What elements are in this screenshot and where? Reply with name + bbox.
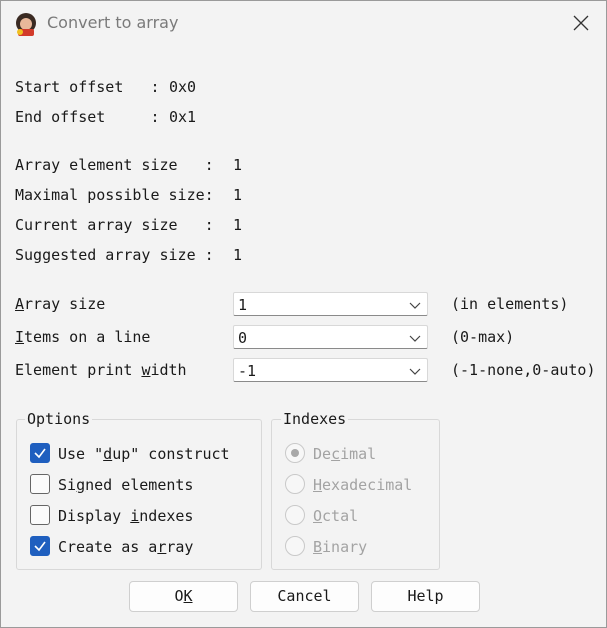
create-as-array-label-text: ray xyxy=(166,538,194,556)
use-dup-label-text: up" construct xyxy=(112,445,230,463)
checkmark-icon xyxy=(34,541,46,552)
decimal-radio[interactable] xyxy=(285,443,305,463)
chevron-down-icon xyxy=(409,368,421,375)
decimal-label-accel: c xyxy=(331,445,341,463)
hexadecimal-radio[interactable] xyxy=(285,474,305,494)
cancel-button[interactable]: Cancel xyxy=(250,581,359,612)
array-size-combobox[interactable]: 1 xyxy=(233,292,428,316)
create-as-array-checkbox[interactable] xyxy=(30,536,50,556)
display-indexes-label-accel: i xyxy=(130,507,140,525)
element-print-width-label-pre: Element print xyxy=(15,361,142,379)
start-offset-label: Start offset : xyxy=(15,78,160,96)
decimal-label-text: imal xyxy=(340,445,377,463)
array-size-label-accel: A xyxy=(15,295,25,313)
start-offset-value: 0x0 xyxy=(169,78,197,96)
checkmark-icon xyxy=(34,448,46,459)
use-dup-label[interactable]: Use "dup" construct xyxy=(58,445,230,463)
binary-label-accel: B xyxy=(313,538,323,556)
octal-label[interactable]: Octal xyxy=(313,507,358,525)
close-icon xyxy=(573,15,589,31)
items-on-line-label-accel: I xyxy=(15,328,25,346)
decimal-label[interactable]: Decimal xyxy=(313,445,376,463)
maximal-possible-size-value: 1 xyxy=(233,186,243,204)
close-button[interactable] xyxy=(559,7,603,39)
end-offset-value: 0x1 xyxy=(169,108,197,126)
display-indexes-label-text: ndexes xyxy=(139,507,194,525)
display-indexes-label-pre: Display xyxy=(58,507,131,525)
suggested-array-size-value: 1 xyxy=(233,246,243,264)
array-size-label-text: rray size xyxy=(24,295,106,313)
decimal-label-pre: De xyxy=(313,445,332,463)
signed-elements-checkbox[interactable] xyxy=(30,474,50,494)
array-size-hint: (in elements) xyxy=(451,295,569,313)
octal-label-text: ctal xyxy=(322,507,359,525)
chevron-down-icon xyxy=(409,302,421,309)
items-on-line-label: Items on a line xyxy=(15,328,150,346)
array-size-value: 1 xyxy=(238,296,248,314)
maximal-possible-size-label: Maximal possible size: xyxy=(15,186,214,204)
use-dup-checkbox[interactable] xyxy=(30,443,50,463)
window-title: Convert to array xyxy=(47,13,179,32)
convert-to-array-dialog: Convert to array Start offset : 0x0 End … xyxy=(0,0,607,628)
title-bar[interactable]: Convert to array xyxy=(1,1,606,45)
signed-elements-label-pre: Si xyxy=(58,476,77,494)
ok-button-label-accel: K xyxy=(183,587,193,605)
items-on-line-hint: (0-max) xyxy=(451,328,515,346)
current-array-size-value: 1 xyxy=(233,216,243,234)
suggested-array-size-label: Suggested array size : xyxy=(15,246,214,264)
hexadecimal-label[interactable]: Hexadecimal xyxy=(313,476,412,494)
array-size-label: Array size xyxy=(15,295,105,313)
chevron-down-icon xyxy=(409,335,421,342)
items-on-line-value: 0 xyxy=(238,329,248,347)
current-array-size-label: Current array size : xyxy=(15,216,214,234)
use-dup-label-pre: Use " xyxy=(58,445,104,463)
binary-radio[interactable] xyxy=(285,536,305,556)
items-on-line-label-text: tems on a line xyxy=(24,328,151,346)
octal-label-accel: O xyxy=(313,507,323,525)
app-logo-icon xyxy=(16,13,36,36)
create-as-array-label-pre: Create as a xyxy=(58,538,158,556)
binary-label[interactable]: Binary xyxy=(313,538,367,556)
octal-radio[interactable] xyxy=(285,505,305,525)
help-button[interactable]: Help xyxy=(371,581,480,612)
display-indexes-checkbox[interactable] xyxy=(30,505,50,525)
ok-button-label-pre: O xyxy=(174,587,184,605)
element-print-width-label: Element print width xyxy=(15,361,187,379)
array-element-size-value: 1 xyxy=(233,156,243,174)
binary-label-text: inary xyxy=(322,538,368,556)
element-print-width-value: -1 xyxy=(238,362,257,380)
use-dup-label-accel: d xyxy=(103,445,113,463)
display-indexes-label[interactable]: Display indexes xyxy=(58,507,193,525)
signed-elements-label[interactable]: Signed elements xyxy=(58,476,193,494)
items-on-line-combobox[interactable]: 0 xyxy=(233,325,428,349)
signed-elements-label-text: ned elements xyxy=(85,476,194,494)
end-offset-label: End offset : xyxy=(15,108,160,126)
element-print-width-hint: (-1-none,0-auto) xyxy=(451,361,596,379)
hexadecimal-label-text: exadecimal xyxy=(322,476,413,494)
element-print-width-label-text: idth xyxy=(150,361,187,379)
array-element-size-label: Array element size : xyxy=(15,156,214,174)
element-print-width-combobox[interactable]: -1 xyxy=(233,358,428,382)
options-group-title: Options xyxy=(25,410,93,428)
ok-button[interactable]: OK xyxy=(129,581,238,612)
create-as-array-label[interactable]: Create as array xyxy=(58,538,193,556)
indexes-group-title: Indexes xyxy=(281,410,349,428)
hexadecimal-label-accel: H xyxy=(313,476,323,494)
signed-elements-label-accel: g xyxy=(76,476,86,494)
